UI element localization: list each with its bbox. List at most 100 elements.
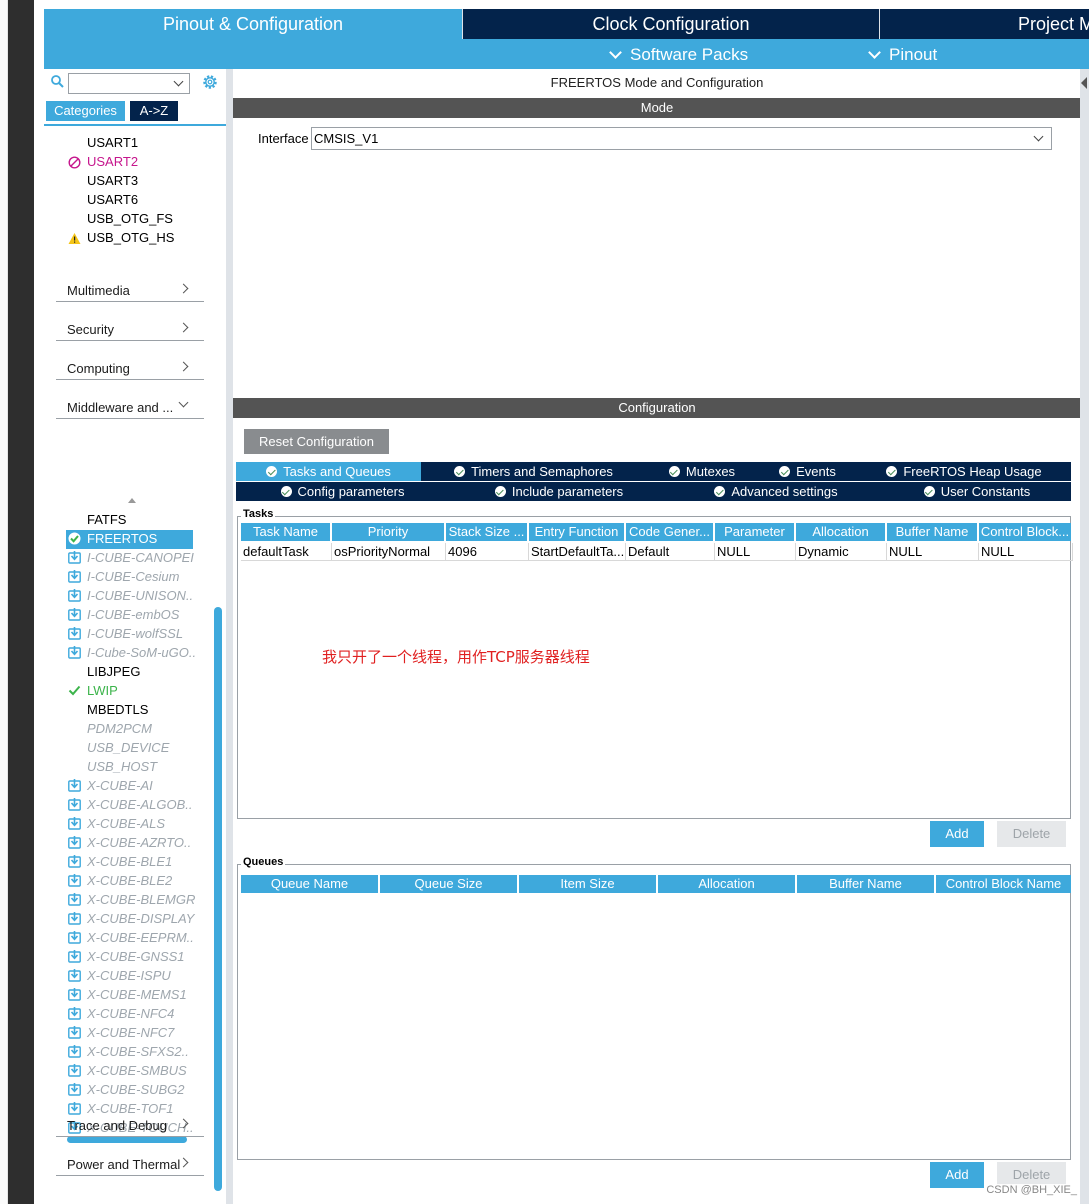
list-item-x-cube-ble2[interactable]: X-CUBE-BLE2 — [87, 873, 172, 889]
list-item-pdm2pcm[interactable]: PDM2PCM — [87, 721, 152, 737]
delete-task-button[interactable]: Delete — [997, 821, 1066, 847]
tab-freertos-heap-usage[interactable]: FreeRTOS Heap Usage — [857, 462, 1071, 481]
list-item-x-cube-smbus[interactable]: X-CUBE-SMBUS — [87, 1063, 187, 1079]
tab-pinout-configuration[interactable]: Pinout & Configuration — [44, 9, 462, 39]
vertical-scrollbar[interactable] — [214, 607, 222, 1191]
list-item-x-cube-eeprm[interactable]: X-CUBE-EEPRM.. — [87, 930, 194, 946]
column-header[interactable]: Buffer Name — [887, 523, 977, 541]
column-header[interactable]: Allocation — [658, 875, 795, 893]
pinout-menu[interactable]: Pinout — [868, 40, 937, 69]
search-combo[interactable] — [68, 73, 190, 94]
top-tabbar: Pinout & Configuration Clock Configurati… — [44, 9, 1089, 40]
mode-header: Mode — [233, 98, 1081, 118]
list-item-i-cube-embos[interactable]: I-CUBE-embOS — [87, 607, 179, 623]
column-header[interactable]: Stack Size ... — [446, 523, 527, 541]
category-middleware[interactable]: Middleware and ... — [56, 393, 204, 419]
list-item-i-cube-canopei[interactable]: I-CUBE-CANOPEI — [87, 550, 194, 566]
horizontal-scrollbar[interactable] — [67, 1136, 187, 1143]
list-item-i-cube-som-ugo[interactable]: I-Cube-SoM-uGO.. — [87, 645, 196, 661]
add-task-button[interactable]: Add — [930, 821, 984, 847]
column-header[interactable]: Queue Size — [380, 875, 517, 893]
list-item-x-cube-nfc4[interactable]: X-CUBE-NFC4 — [87, 1006, 174, 1022]
gear-icon[interactable] — [201, 73, 219, 91]
tab-clock-configuration[interactable]: Clock Configuration — [462, 9, 879, 39]
table-cell[interactable]: NULL — [715, 543, 796, 561]
reset-configuration-button[interactable]: Reset Configuration — [244, 429, 389, 454]
tab-user-constants[interactable]: User Constants — [883, 482, 1071, 501]
chevron-right-icon — [178, 1118, 189, 1129]
list-item-usb-device[interactable]: USB_DEVICE — [87, 740, 169, 756]
category-power-and-thermal[interactable]: Power and Thermal — [56, 1150, 204, 1176]
list-item-i-cube-unison[interactable]: I-CUBE-UNISON.. — [87, 588, 193, 604]
list-item-x-cube-display[interactable]: X-CUBE-DISPLAY — [87, 911, 194, 927]
collapse-arrow-icon[interactable] — [1081, 77, 1087, 89]
column-header[interactable]: Item Size — [519, 875, 656, 893]
column-header[interactable]: Task Name — [241, 523, 330, 541]
list-item-mbedtls[interactable]: MBEDTLS — [87, 702, 148, 718]
list-item-x-cube-ai[interactable]: X-CUBE-AI — [87, 778, 153, 794]
list-item-x-cube-azrto[interactable]: X-CUBE-AZRTO.. — [87, 835, 191, 851]
list-item-lwip[interactable]: LWIP — [87, 683, 118, 699]
tab-advanced-settings[interactable]: Advanced settings — [669, 482, 883, 501]
column-header[interactable]: Control Block... — [979, 523, 1071, 541]
search-icon[interactable] — [51, 75, 64, 88]
table-cell[interactable]: defaultTask — [241, 543, 332, 561]
column-header[interactable]: Code Gener... — [626, 523, 713, 541]
tab-events[interactable]: Events — [758, 462, 857, 481]
table-cell[interactable]: NULL — [887, 543, 979, 561]
list-item-i-cube-cesium[interactable]: I-CUBE-Cesium — [87, 569, 179, 585]
list-item-x-cube-blemgr[interactable]: X-CUBE-BLEMGR — [87, 892, 195, 908]
category-trace-and-debug[interactable]: Trace and Debug — [56, 1111, 204, 1137]
list-item-usb-otg-hs[interactable]: USB_OTG_HS — [87, 230, 174, 246]
list-item-usart3[interactable]: USART3 — [87, 173, 138, 189]
add-queue-button[interactable]: Add — [930, 1162, 984, 1188]
table-cell[interactable]: 4096 — [446, 543, 529, 561]
table-cell[interactable]: osPriorityNormal — [332, 543, 446, 561]
list-item-x-cube-mems1[interactable]: X-CUBE-MEMS1 — [87, 987, 187, 1003]
list-item-freertos[interactable]: FREERTOS — [87, 531, 157, 547]
list-item-usb-otg-fs[interactable]: USB_OTG_FS — [87, 211, 173, 227]
column-header[interactable]: Buffer Name — [797, 875, 934, 893]
column-header[interactable]: Allocation — [796, 523, 885, 541]
tab-a-z[interactable]: A->Z — [130, 101, 178, 121]
column-header[interactable]: Control Block Name — [936, 875, 1071, 893]
list-item-x-cube-sfxs2[interactable]: X-CUBE-SFXS2.. — [87, 1044, 189, 1060]
tab-config-parameters[interactable]: Config parameters — [236, 482, 449, 501]
category-computing[interactable]: Computing — [56, 354, 204, 380]
list-item-x-cube-ispu[interactable]: X-CUBE-ISPU — [87, 968, 171, 984]
list-item-usart6[interactable]: USART6 — [87, 192, 138, 208]
column-header[interactable]: Queue Name — [241, 875, 378, 893]
list-item-usb-host[interactable]: USB_HOST — [87, 759, 157, 775]
list-item-x-cube-nfc7[interactable]: X-CUBE-NFC7 — [87, 1025, 174, 1041]
software-packs-menu[interactable]: Software Packs — [609, 40, 749, 69]
tab-tasks-and-queues[interactable]: Tasks and Queues — [236, 462, 421, 481]
table-cell[interactable]: Dynamic — [796, 543, 887, 561]
list-item-usart1[interactable]: USART1 — [87, 135, 138, 151]
interface-select[interactable]: CMSIS_V1 — [311, 127, 1052, 150]
column-header[interactable]: Entry Function — [529, 523, 624, 541]
tab-mutexes[interactable]: Mutexes — [646, 462, 758, 481]
tab-categories[interactable]: Categories — [46, 101, 125, 121]
list-item-x-cube-ble1[interactable]: X-CUBE-BLE1 — [87, 854, 172, 870]
list-item-libjpeg[interactable]: LIBJPEG — [87, 664, 140, 680]
software-packs-label: Software Packs — [630, 45, 749, 64]
tab-project-manager[interactable]: Project M — [879, 9, 1089, 39]
category-security[interactable]: Security — [56, 315, 204, 341]
list-item-i-cube-wolfssl[interactable]: I-CUBE-wolfSSL — [87, 626, 183, 642]
table-cell[interactable]: StartDefaultTa... — [529, 543, 626, 561]
tab-include-parameters[interactable]: Include parameters — [449, 482, 669, 501]
sort-arrow-icon[interactable] — [128, 498, 136, 503]
list-item-x-cube-gnss1[interactable]: X-CUBE-GNSS1 — [87, 949, 185, 965]
table-cell[interactable]: NULL — [979, 543, 1073, 561]
list-item-x-cube-als[interactable]: X-CUBE-ALS — [87, 816, 165, 832]
list-item-x-cube-subg2[interactable]: X-CUBE-SUBG2 — [87, 1082, 185, 1098]
list-item-fatfs[interactable]: FATFS — [87, 512, 126, 528]
list-item-usart2[interactable]: USART2 — [87, 154, 138, 170]
tab-timers-and-semaphores[interactable]: Timers and Semaphores — [421, 462, 646, 481]
column-header[interactable]: Priority — [332, 523, 444, 541]
right-scroll-track[interactable] — [1080, 69, 1089, 1204]
list-item-x-cube-algob[interactable]: X-CUBE-ALGOB.. — [87, 797, 192, 813]
column-header[interactable]: Parameter — [715, 523, 794, 541]
table-cell[interactable]: Default — [626, 543, 715, 561]
category-multimedia[interactable]: Multimedia — [56, 276, 204, 302]
